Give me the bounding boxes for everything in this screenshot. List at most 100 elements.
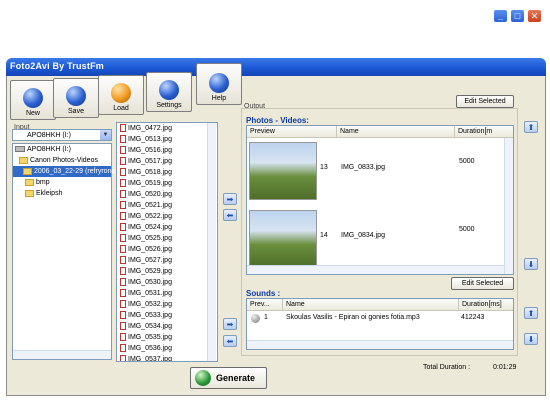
- sounds-title: Sounds :: [246, 289, 281, 298]
- arrow-up-icon: ⬆: [527, 122, 535, 132]
- file-list-item[interactable]: IMG_0519.jpg: [117, 178, 217, 189]
- file-list-item[interactable]: IMG_0517.jpg: [117, 156, 217, 167]
- folder-tree-rows: APO8HKH (I:) Canon Photos-Videos 2006_03_2…: [13, 144, 115, 197]
- tree-folder-item[interactable]: bmp: [13, 177, 111, 188]
- folder-icon: [23, 167, 32, 175]
- sounds-list[interactable]: Prev... Name Duration[ms] 1 Skoulas Vasil…: [246, 298, 514, 350]
- file-list-item[interactable]: IMG_0535.jpg: [117, 332, 217, 343]
- file-list-item[interactable]: IMG_0524.jpg: [117, 222, 217, 233]
- photos-col-name[interactable]: Name: [337, 126, 455, 138]
- file-list-item[interactable]: IMG_0529.jpg: [117, 266, 217, 277]
- close-button[interactable]: ✕: [527, 9, 542, 23]
- new-icon: [23, 88, 43, 108]
- file-list-item[interactable]: IMG_0513.jpg: [117, 134, 217, 145]
- file-list-item[interactable]: IMG_0520.jpg: [117, 189, 217, 200]
- app-window: Foto2Avi By TrustFm _ □ ✕ New Save Load …: [0, 0, 550, 407]
- remove-sound-button[interactable]: ⬅: [223, 335, 237, 347]
- photo-row[interactable]: 14 IMG_0834.jpg 5000: [247, 208, 504, 272]
- photos-hscrollbar[interactable]: [247, 265, 504, 274]
- photos-col-preview[interactable]: Preview: [247, 126, 337, 138]
- window-title: Foto2Avi By TrustFm: [10, 61, 104, 71]
- add-photo-button[interactable]: ➡: [223, 193, 237, 205]
- move-photo-down-button[interactable]: ⬇: [524, 258, 538, 270]
- file-list-item[interactable]: IMG_0522.jpg: [117, 211, 217, 222]
- tree-drive-item[interactable]: APO8HKH (I:): [13, 144, 111, 155]
- file-list-item[interactable]: IMG_0536.jpg: [117, 343, 217, 354]
- move-photo-up-button[interactable]: ⬆: [524, 121, 538, 133]
- jpg-file-icon: [120, 201, 126, 210]
- move-sound-down-button[interactable]: ⬇: [524, 333, 538, 345]
- file-list-item[interactable]: IMG_0533.jpg: [117, 310, 217, 321]
- jpg-file-icon: [120, 212, 126, 221]
- save-button[interactable]: Save: [53, 78, 99, 118]
- file-list-item[interactable]: IMG_0530.jpg: [117, 277, 217, 288]
- drive-combo[interactable]: APO8HKH (I:) ▼: [12, 129, 112, 141]
- file-list[interactable]: IMG_0472.jpg IMG_0513.jpg IMG_0516.jpg IMG_…: [116, 122, 218, 362]
- photos-list[interactable]: Preview Name Duration[m 13 IMG_0833.jpg 50…: [246, 125, 514, 275]
- edit-selected-photos-button[interactable]: Edit Selected: [456, 95, 514, 108]
- generate-button[interactable]: Generate: [190, 367, 267, 389]
- file-name: IMG_0537.jpg: [128, 356, 172, 362]
- jpg-file-icon: [120, 124, 126, 133]
- photos-col-duration[interactable]: Duration[m: [455, 126, 514, 138]
- file-list-item[interactable]: IMG_0527.jpg: [117, 255, 217, 266]
- sound-row[interactable]: 1 Skoulas Vasilis - Epiran oi gonies foti…: [247, 313, 514, 325]
- sounds-col-name[interactable]: Name: [283, 299, 459, 311]
- folder-icon: [19, 156, 28, 164]
- chevron-down-icon[interactable]: ▼: [100, 130, 111, 140]
- file-name: IMG_0531.jpg: [128, 290, 172, 297]
- file-name: IMG_0526.jpg: [128, 246, 172, 253]
- file-list-item[interactable]: IMG_0521.jpg: [117, 200, 217, 211]
- sounds-col-preview[interactable]: Prev...: [247, 299, 283, 311]
- folder-tree-scrollbar[interactable]: [13, 350, 111, 359]
- file-list-item[interactable]: IMG_0534.jpg: [117, 321, 217, 332]
- photo-row[interactable]: 13 IMG_0833.jpg 5000: [247, 140, 504, 204]
- remove-photo-button[interactable]: ⬅: [223, 209, 237, 221]
- folder-tree[interactable]: APO8HKH (I:) Canon Photos-Videos 2006_03_2…: [12, 143, 115, 360]
- file-list-item[interactable]: IMG_0525.jpg: [117, 233, 217, 244]
- new-button[interactable]: New: [10, 80, 56, 120]
- load-icon: [111, 83, 131, 103]
- settings-button[interactable]: Settings: [146, 72, 192, 112]
- tree-item-label: Canon Photos-Videos: [30, 157, 98, 164]
- sounds-col-duration[interactable]: Duration[ms]: [459, 299, 514, 311]
- tree-folder-item[interactable]: Canon Photos-Videos: [13, 155, 111, 166]
- jpg-file-icon: [120, 245, 126, 254]
- file-list-rows: IMG_0472.jpg IMG_0513.jpg IMG_0516.jpg IMG_…: [117, 123, 217, 362]
- new-label: New: [25, 110, 40, 117]
- sound-duration: 412243: [461, 314, 485, 321]
- file-name: IMG_0519.jpg: [128, 180, 172, 187]
- file-list-item[interactable]: IMG_0532.jpg: [117, 299, 217, 310]
- edit-selected-sounds-button[interactable]: Edit Selected: [451, 277, 514, 290]
- photo-thumbnail: [249, 210, 317, 268]
- help-label: Help: [211, 95, 227, 102]
- generate-label: Generate: [216, 373, 256, 383]
- help-button[interactable]: Help: [196, 63, 242, 105]
- photo-index: 13: [320, 164, 328, 171]
- file-list-item[interactable]: IMG_0516.jpg: [117, 145, 217, 156]
- load-button[interactable]: Load: [98, 75, 144, 115]
- file-list-item[interactable]: IMG_0472.jpg: [117, 123, 217, 134]
- help-icon: [209, 73, 229, 93]
- tree-folder-item[interactable]: Ekleipsh: [13, 188, 111, 199]
- arrow-up-icon: ⬆: [527, 308, 535, 318]
- sounds-hscrollbar[interactable]: [247, 340, 514, 349]
- maximize-button[interactable]: □: [510, 9, 525, 23]
- file-list-item[interactable]: IMG_0526.jpg: [117, 244, 217, 255]
- drive-combo-value: APO8HKH (I:): [27, 131, 71, 139]
- file-list-item[interactable]: IMG_0537.jpg: [117, 354, 217, 362]
- tree-item-label: 2006_03_22-29 (refryrono: [34, 168, 116, 175]
- photos-scrollbar[interactable]: [504, 138, 513, 274]
- add-sound-button[interactable]: ➡: [223, 318, 237, 330]
- tree-folder-item[interactable]: 2006_03_22-29 (refryrono: [13, 166, 115, 177]
- file-list-item[interactable]: IMG_0518.jpg: [117, 167, 217, 178]
- minimize-button[interactable]: _: [493, 9, 508, 23]
- file-list-item[interactable]: IMG_0531.jpg: [117, 288, 217, 299]
- file-name: IMG_0535.jpg: [128, 334, 172, 341]
- photo-name: IMG_0833.jpg: [341, 164, 385, 171]
- jpg-file-icon: [120, 300, 126, 309]
- file-list-scrollbar[interactable]: [207, 123, 216, 361]
- move-sound-up-button[interactable]: ⬆: [524, 307, 538, 319]
- drive-icon: [15, 146, 25, 153]
- file-name: IMG_0521.jpg: [128, 202, 172, 209]
